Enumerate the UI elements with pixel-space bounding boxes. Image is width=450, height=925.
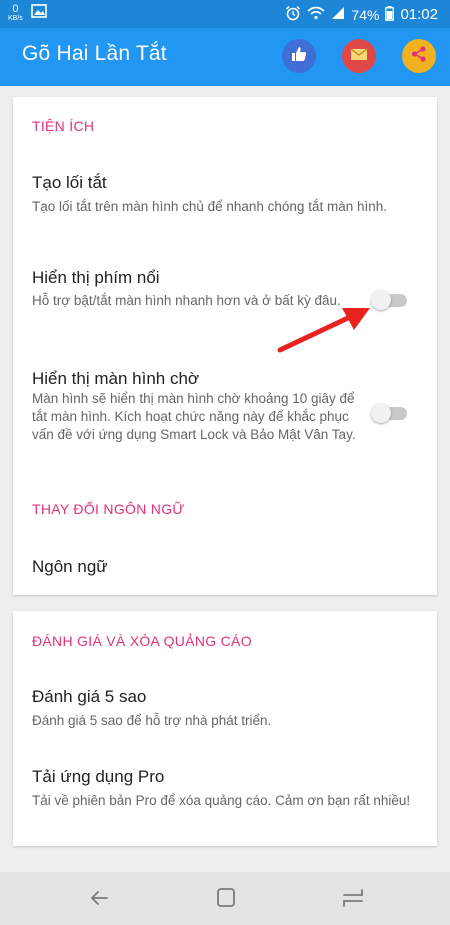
recents-button[interactable] — [338, 886, 368, 910]
clock: 01:02 — [400, 6, 438, 23]
language-item[interactable]: Ngôn ngữ — [13, 543, 437, 591]
mail-button[interactable] — [342, 39, 376, 73]
status-bar: 0 KB/s 74% 01:02 — [0, 0, 450, 28]
wifi-icon — [307, 6, 325, 23]
status-right: 74% 01:02 — [285, 5, 438, 24]
pro-subtitle: Tải về phiên bản Pro để xóa quảng cáo. C… — [32, 793, 411, 808]
standby-screen-toggle[interactable] — [371, 401, 409, 425]
recents-icon — [338, 889, 368, 914]
share-icon — [410, 45, 428, 68]
image-icon — [30, 4, 47, 23]
standby-screen-item[interactable]: Hiển thị màn hình chờ Màn hình sẽ hiển t… — [13, 361, 437, 467]
floating-button-title: Hiển thị phím nổi — [32, 268, 160, 287]
share-button[interactable] — [402, 39, 436, 73]
app-bar: Gõ Hai Lần Tắt — [0, 28, 450, 86]
shortcut-subtitle: Tạo lối tắt trên màn hình chủ để nhanh c… — [32, 199, 387, 214]
battery-percent: 74% — [351, 6, 380, 23]
mail-icon — [350, 46, 368, 67]
section-header-utilities: TIỆN ÍCH — [32, 118, 95, 134]
shortcut-item[interactable]: Tạo lối tắt Tạo lối tắt trên màn hình ch… — [13, 163, 437, 239]
back-button[interactable] — [85, 886, 115, 910]
rate-subtitle: Đánh giá 5 sao để hỗ trợ nhà phát triển. — [32, 713, 272, 728]
navigation-bar — [0, 872, 450, 925]
like-icon — [290, 45, 308, 68]
settings-card-rate: ĐÁNH GIÁ VÀ XÓA QUẢNG CÁO Đánh giá 5 sao… — [13, 611, 437, 846]
network-speed-value: 0 — [12, 2, 19, 15]
pro-title: Tải ứng dụng Pro — [32, 767, 165, 786]
section-header-language: THAY ĐỔI NGÔN NGỮ — [32, 501, 185, 517]
signal-icon — [331, 6, 345, 23]
toggle-thumb — [371, 403, 391, 423]
back-icon — [85, 891, 115, 914]
app-title: Gõ Hai Lần Tắt — [22, 42, 167, 65]
shortcut-title: Tạo lối tắt — [32, 173, 107, 192]
standby-screen-subtitle: Màn hình sẽ hiển thị màn hình chờ khoảng… — [32, 391, 356, 442]
rate-item[interactable]: Đánh giá 5 sao Đánh giá 5 sao để hỗ trợ … — [13, 673, 437, 737]
like-button[interactable] — [282, 39, 316, 73]
status-left: 0 KB/s — [8, 2, 47, 23]
annotation-arrow — [277, 308, 370, 353]
home-button[interactable] — [211, 886, 241, 910]
alarm-icon — [285, 5, 301, 24]
home-icon — [211, 888, 241, 914]
section-header-rate: ĐÁNH GIÁ VÀ XÓA QUẢNG CÁO — [32, 633, 252, 649]
network-speed-unit: KB/s — [8, 14, 23, 22]
battery-icon — [385, 5, 395, 24]
standby-screen-title: Hiển thị màn hình chờ — [32, 369, 200, 388]
rate-title: Đánh giá 5 sao — [32, 687, 147, 706]
pro-item[interactable]: Tải ứng dụng Pro Tải về phiên bản Pro để… — [13, 753, 437, 833]
language-title: Ngôn ngữ — [32, 557, 108, 576]
network-speed: 0 KB/s — [8, 2, 23, 23]
